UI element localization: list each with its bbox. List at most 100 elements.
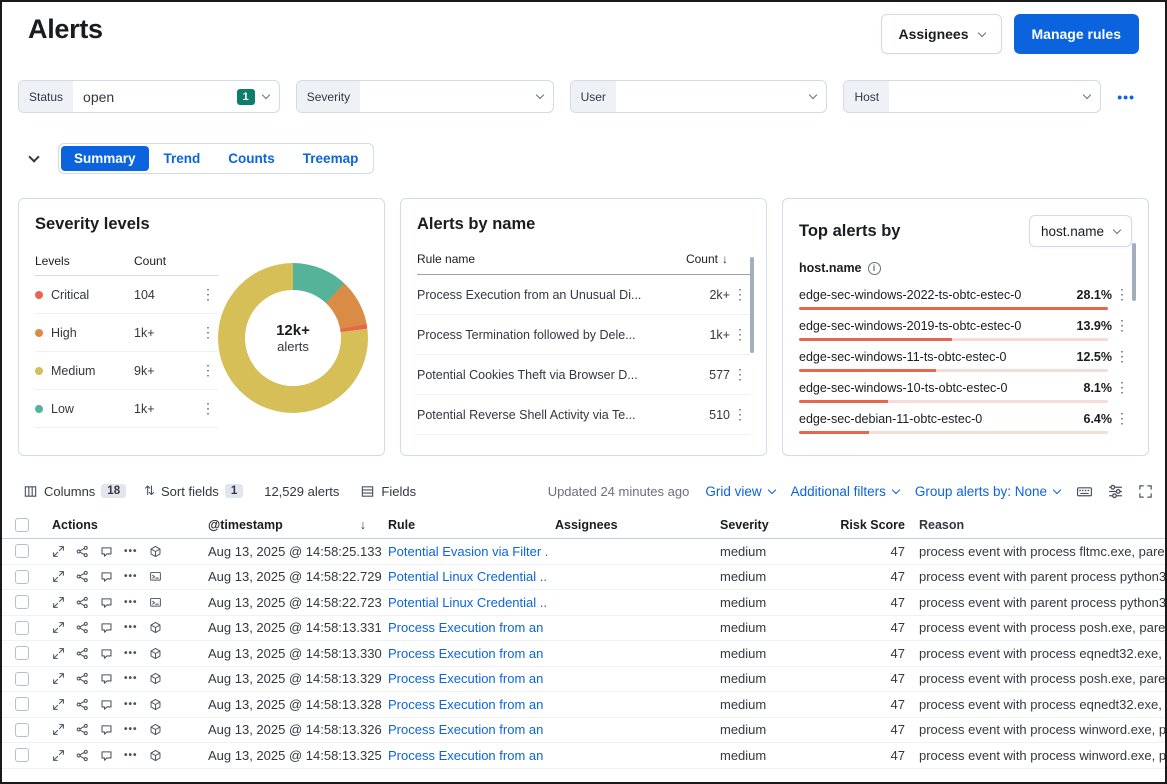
select-all-checkbox[interactable] (15, 518, 29, 532)
analyze-event-icon[interactable] (76, 570, 89, 583)
rule-link[interactable]: Process Execution from an ... (388, 722, 547, 737)
analyze-event-icon[interactable] (76, 723, 89, 736)
analyze-event-icon[interactable] (76, 698, 89, 711)
grid-view-menu[interactable]: Grid view (705, 484, 774, 499)
chart-tab[interactable]: Treemap (290, 146, 372, 171)
add-note-icon[interactable] (100, 570, 113, 583)
severity-column-header[interactable]: Severity (712, 518, 827, 532)
add-note-icon[interactable] (100, 723, 113, 736)
more-actions-icon[interactable] (124, 648, 138, 659)
host-name-link[interactable]: edge-sec-debian-11-obtc-estec-0 (799, 412, 982, 426)
session-view-icon[interactable] (149, 596, 162, 609)
assignees-column-header[interactable]: Assignees (547, 518, 712, 532)
add-note-icon[interactable] (100, 545, 113, 558)
row-actions-kebab-icon[interactable] (198, 400, 218, 417)
add-note-icon[interactable] (100, 621, 113, 634)
graph-cube-icon[interactable] (149, 723, 162, 736)
row-actions-kebab-icon[interactable] (730, 286, 750, 303)
add-note-icon[interactable] (100, 647, 113, 660)
more-actions-icon[interactable] (124, 546, 138, 557)
row-actions-kebab-icon[interactable] (1112, 317, 1132, 334)
manage-rules-button[interactable]: Manage rules (1014, 14, 1139, 54)
rule-link[interactable]: Process Execution from an ... (388, 748, 547, 763)
rule-link[interactable]: Potential Evasion via Filter ... (388, 544, 547, 559)
add-note-icon[interactable] (100, 672, 113, 685)
host-name-link[interactable]: edge-sec-windows-10-ts-obtc-estec-0 (799, 381, 1007, 395)
host-filter[interactable]: Host (843, 80, 1101, 113)
more-actions-icon[interactable] (124, 622, 138, 633)
row-checkbox[interactable] (15, 544, 29, 558)
host-name-link[interactable]: edge-sec-windows-11-ts-obtc-estec-0 (799, 350, 1007, 364)
row-checkbox[interactable] (15, 723, 29, 737)
sort-fields-button[interactable]: Sort fields 1 (137, 483, 250, 499)
row-checkbox[interactable] (15, 621, 29, 635)
row-checkbox[interactable] (15, 697, 29, 711)
row-actions-kebab-icon[interactable] (730, 326, 750, 343)
additional-filters-menu[interactable]: Additional filters (791, 484, 899, 499)
row-checkbox[interactable] (15, 570, 29, 584)
session-view-icon[interactable] (149, 570, 162, 583)
rule-link[interactable]: Process Execution from an ... (388, 646, 547, 661)
top-alerts-field-select[interactable]: host.name (1029, 215, 1132, 247)
rule-link[interactable]: Process Execution from an ... (388, 697, 547, 712)
row-actions-kebab-icon[interactable] (730, 406, 750, 423)
timestamp-column-header[interactable]: @timestamp (200, 518, 380, 532)
rule-link[interactable]: Potential Linux Credential ... (388, 569, 547, 584)
chart-tab[interactable]: Trend (151, 146, 214, 171)
group-alerts-by-menu[interactable]: Group alerts by: None (915, 484, 1060, 499)
analyze-event-icon[interactable] (76, 621, 89, 634)
status-filter[interactable]: Status open 1 (18, 80, 280, 113)
row-actions-kebab-icon[interactable] (730, 366, 750, 383)
expand-alert-icon[interactable] (52, 545, 65, 558)
more-actions-icon[interactable] (124, 699, 138, 710)
chart-tab[interactable]: Counts (215, 146, 288, 171)
row-actions-kebab-icon[interactable] (198, 324, 218, 341)
more-actions-icon[interactable] (124, 673, 138, 684)
chart-tab[interactable]: Summary (61, 146, 149, 171)
more-actions-icon[interactable] (124, 597, 138, 608)
graph-cube-icon[interactable] (149, 749, 162, 762)
row-checkbox[interactable] (15, 646, 29, 660)
severity-donut[interactable]: 12k+ alerts (218, 263, 368, 413)
add-note-icon[interactable] (100, 749, 113, 762)
host-name-link[interactable]: edge-sec-windows-2019-ts-obtc-estec-0 (799, 319, 1021, 333)
row-actions-kebab-icon[interactable] (1112, 348, 1132, 365)
more-actions-icon[interactable] (124, 724, 138, 735)
graph-cube-icon[interactable] (149, 545, 162, 558)
graph-cube-icon[interactable] (149, 621, 162, 634)
analyze-event-icon[interactable] (76, 749, 89, 762)
graph-cube-icon[interactable] (149, 672, 162, 685)
count-column-header-sorted[interactable]: Count (676, 252, 728, 266)
analyze-event-icon[interactable] (76, 596, 89, 609)
row-checkbox[interactable] (15, 672, 29, 686)
graph-cube-icon[interactable] (149, 647, 162, 660)
keyboard-shortcuts-icon[interactable] (1076, 483, 1093, 500)
expand-alert-icon[interactable] (52, 723, 65, 736)
expand-alert-icon[interactable] (52, 647, 65, 660)
collapse-charts-chevron-icon[interactable] (30, 153, 38, 164)
reason-column-header[interactable]: Reason (905, 518, 1165, 532)
panel-scrollbar[interactable] (750, 257, 754, 353)
severity-filter[interactable]: Severity (296, 80, 554, 113)
more-actions-icon[interactable] (124, 571, 138, 582)
rule-link[interactable]: Process Execution from an ... (388, 671, 547, 686)
row-actions-kebab-icon[interactable] (1112, 379, 1132, 396)
fullscreen-icon[interactable] (1138, 484, 1153, 499)
add-note-icon[interactable] (100, 698, 113, 711)
host-name-link[interactable]: edge-sec-windows-2022-ts-obtc-estec-0 (799, 288, 1021, 302)
row-actions-kebab-icon[interactable] (1112, 410, 1132, 427)
row-checkbox[interactable] (15, 595, 29, 609)
expand-alert-icon[interactable] (52, 672, 65, 685)
panel-scrollbar[interactable] (1132, 243, 1136, 301)
rule-link[interactable]: Potential Linux Credential ... (388, 595, 547, 610)
more-actions-icon[interactable] (124, 750, 138, 761)
user-filter[interactable]: User (570, 80, 828, 113)
add-note-icon[interactable] (100, 596, 113, 609)
rule-column-header[interactable]: Rule (380, 518, 547, 532)
inspect-sliders-icon[interactable] (1107, 483, 1124, 500)
info-icon[interactable]: i (868, 262, 881, 275)
more-filters-icon[interactable] (1117, 89, 1135, 105)
graph-cube-icon[interactable] (149, 698, 162, 711)
analyze-event-icon[interactable] (76, 545, 89, 558)
row-checkbox[interactable] (15, 748, 29, 762)
